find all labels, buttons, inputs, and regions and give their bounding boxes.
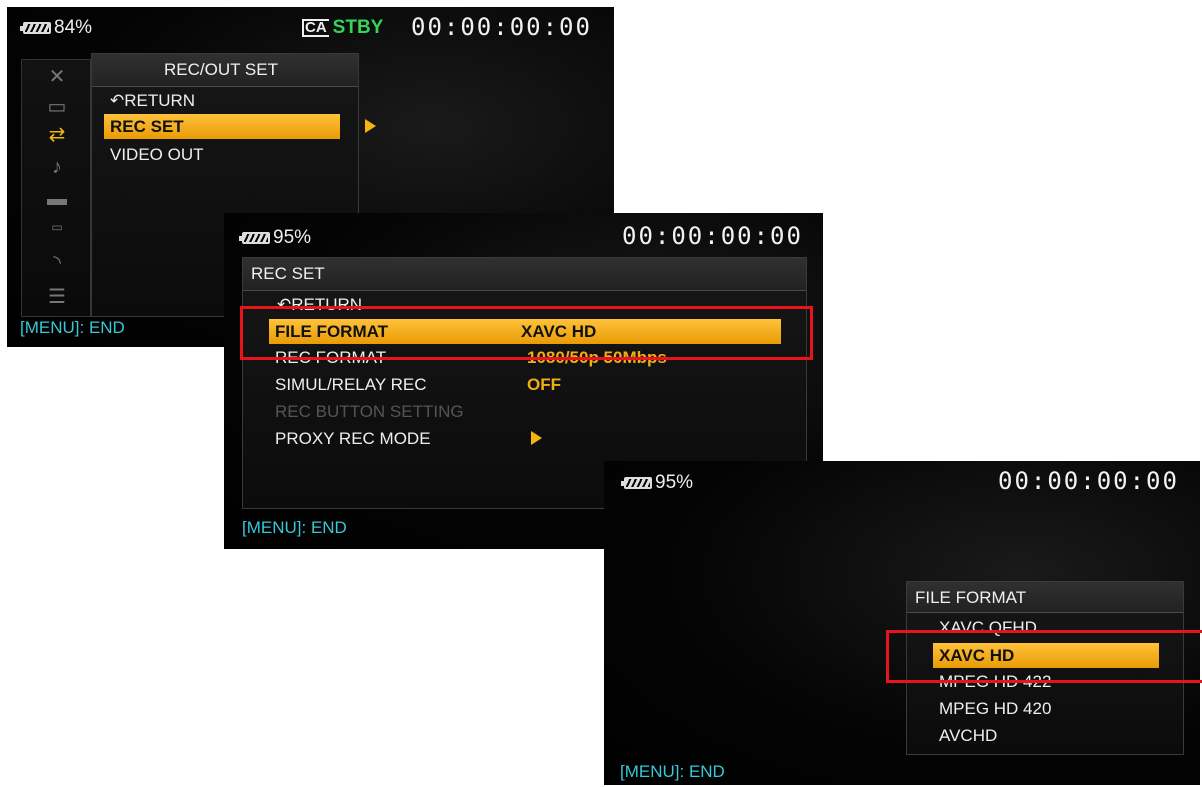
menu-end-hint: [MENU]: END	[242, 518, 347, 537]
menu-item-return[interactable]: ↶RETURN	[110, 91, 195, 111]
timecode: 00:00:00:00	[998, 467, 1179, 495]
battery-icon	[239, 232, 270, 244]
battery-indicator: 84%	[20, 17, 93, 39]
annotation-highlight-xavc-hd	[886, 630, 1202, 683]
menu-end-hint: [MENU]: END	[20, 318, 125, 337]
menu-item-proxy-rec-mode[interactable]: PROXY REC MODE	[275, 429, 431, 449]
menu-item-rec-button-setting: REC BUTTON SETTING	[275, 402, 464, 421]
menu-item-video-out[interactable]: VIDEO OUT	[110, 145, 204, 165]
annotation-highlight-file-format	[240, 306, 813, 360]
menu-title: FILE FORMAT	[907, 582, 1183, 613]
simul-relay-rec-value: OFF	[527, 375, 561, 394]
swap-arrows-icon[interactable]: ⇄	[22, 122, 92, 147]
ca-icon: CA	[302, 19, 329, 37]
return-icon: ↶	[110, 91, 125, 110]
menu-item-simul-relay-rec[interactable]: SIMUL/RELAY REC	[275, 375, 426, 395]
submenu-arrow-icon	[531, 431, 542, 445]
timecode: 00:00:00:00	[622, 222, 803, 250]
submenu-arrow-icon	[365, 119, 376, 133]
battery-indicator: 95%	[239, 227, 312, 249]
menu-end-hint: [MENU]: END	[620, 762, 725, 781]
battery-icon	[621, 477, 652, 489]
battery-percent: 95%	[655, 472, 694, 493]
status-standby: CA STBY	[302, 17, 383, 39]
close-icon[interactable]: ✕	[22, 64, 92, 89]
menu-title: REC/OUT SET	[92, 54, 358, 87]
menu-item-avchd[interactable]: AVCHD	[939, 726, 997, 746]
screen-file-format: 95% 00:00:00:00 FILE FORMAT XAVC QFHD XA…	[604, 461, 1200, 785]
menu-title: REC SET	[243, 258, 806, 291]
battery-icon	[20, 22, 51, 34]
list-icon[interactable]: ☰	[22, 284, 92, 309]
menu-item-rec-set[interactable]: REC SET	[104, 114, 340, 139]
music-note-icon[interactable]: ♪	[22, 156, 92, 179]
camera-icon[interactable]: ▭	[22, 94, 92, 119]
timecode: 00:00:00:00	[411, 13, 592, 41]
battery-percent: 84%	[54, 17, 93, 38]
wifi-icon[interactable]: ◝	[22, 250, 92, 275]
menu-item-mpeg-hd-420[interactable]: MPEG HD 420	[939, 699, 1051, 719]
status-label: STBY	[332, 17, 384, 38]
timecode-icon[interactable]: ▭	[22, 220, 92, 234]
battery-percent: 95%	[273, 227, 312, 248]
monitor-icon[interactable]: ▬	[22, 188, 92, 211]
battery-indicator: 95%	[621, 472, 694, 494]
menu-category-sidebar: ✕ ▭ ⇄ ♪ ▬ ▭ ◝ ☰	[21, 59, 91, 317]
